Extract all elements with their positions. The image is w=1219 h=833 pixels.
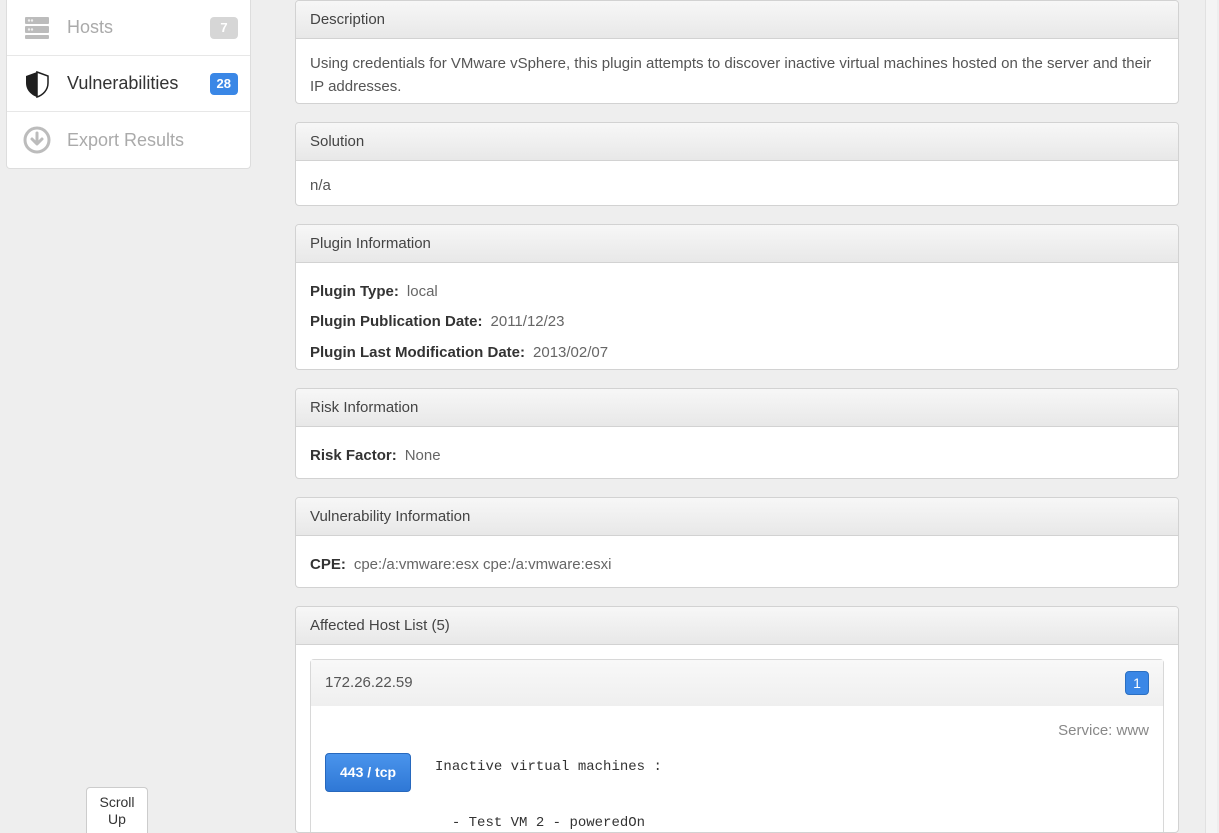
kv-key: Plugin Type: xyxy=(310,281,399,304)
panel-description: Description Using credentials for VMware… xyxy=(295,0,1179,104)
kv-key: Risk Factor: xyxy=(310,445,397,468)
sidebar-item-label: Vulnerabilities xyxy=(67,73,194,94)
sidebar-item-label: Export Results xyxy=(67,130,238,151)
sidebar-item-label: Hosts xyxy=(67,17,194,38)
vertical-scrollbar[interactable] xyxy=(1205,0,1217,833)
download-circle-icon xyxy=(23,126,51,154)
panel-header: Solution xyxy=(296,123,1178,161)
panel-risk-information: Risk Information Risk Factor: None xyxy=(295,388,1179,479)
kv-key: CPE: xyxy=(310,554,346,577)
panel-body: Using credentials for VMware vSphere, th… xyxy=(296,39,1178,104)
host-finding-count-badge: 1 xyxy=(1125,671,1149,695)
panel-vulnerability-information: Vulnerability Information CPE: cpe:/a:vm… xyxy=(295,497,1179,588)
affected-host-header[interactable]: 172.26.22.59 1 xyxy=(311,660,1163,706)
kv-row: Plugin Type: local xyxy=(310,277,1164,308)
kv-value: 2011/12/23 xyxy=(491,311,565,334)
panel-header: Vulnerability Information xyxy=(296,498,1178,536)
service-label: Service: www xyxy=(325,720,1149,743)
host-ip: 172.26.22.59 xyxy=(325,672,413,695)
sidebar-item-vulnerabilities[interactable]: Vulnerabilities 28 xyxy=(7,56,250,112)
kv-row: CPE: cpe:/a:vmware:esx cpe:/a:vmware:esx… xyxy=(310,550,1164,581)
sidebar-item-hosts[interactable]: Hosts 7 xyxy=(7,0,250,56)
kv-row: Plugin Publication Date: 2011/12/23 xyxy=(310,307,1164,338)
kv-row: Plugin Last Modification Date: 2013/02/0… xyxy=(310,338,1164,369)
kv-value: 2013/02/07 xyxy=(533,342,608,365)
panel-solution: Solution n/a xyxy=(295,122,1179,205)
panel-header: Description xyxy=(296,1,1178,39)
server-stack-icon xyxy=(23,14,51,42)
panel-header: Risk Information xyxy=(296,389,1178,427)
panel-affected-host-list: Affected Host List (5) 172.26.22.59 1 Se… xyxy=(295,606,1179,833)
panel-header: Affected Host List (5) xyxy=(296,607,1178,645)
affected-host: 172.26.22.59 1 Service: www 443 / tcp In… xyxy=(310,659,1164,833)
panel-plugin-information: Plugin Information Plugin Type: local Pl… xyxy=(295,224,1179,371)
kv-key: Plugin Last Modification Date: xyxy=(310,342,525,365)
vulnerabilities-count-badge: 28 xyxy=(210,73,238,95)
scroll-up-button[interactable]: Scroll Up xyxy=(86,787,148,833)
sidebar-item-export-results[interactable]: Export Results xyxy=(7,112,250,168)
panel-body: n/a xyxy=(296,161,1178,205)
kv-value: local xyxy=(407,281,438,304)
sidebar-nav: Hosts 7 Vulnerabilities 28 Export Result… xyxy=(6,0,251,169)
kv-value: None xyxy=(405,445,441,468)
plugin-output: Inactive virtual machines : - Test VM 2 … xyxy=(435,753,662,833)
hosts-count-badge: 7 xyxy=(210,17,238,39)
main-content: Description Using credentials for VMware… xyxy=(255,0,1219,833)
kv-key: Plugin Publication Date: xyxy=(310,311,483,334)
shield-icon xyxy=(23,70,51,98)
kv-row: Risk Factor: None xyxy=(310,441,1164,472)
panel-header: Plugin Information xyxy=(296,225,1178,263)
scroll-up-label: Scroll Up xyxy=(99,794,134,828)
port-badge[interactable]: 443 / tcp xyxy=(325,753,411,792)
kv-value: cpe:/a:vmware:esx cpe:/a:vmware:esxi xyxy=(354,554,612,577)
